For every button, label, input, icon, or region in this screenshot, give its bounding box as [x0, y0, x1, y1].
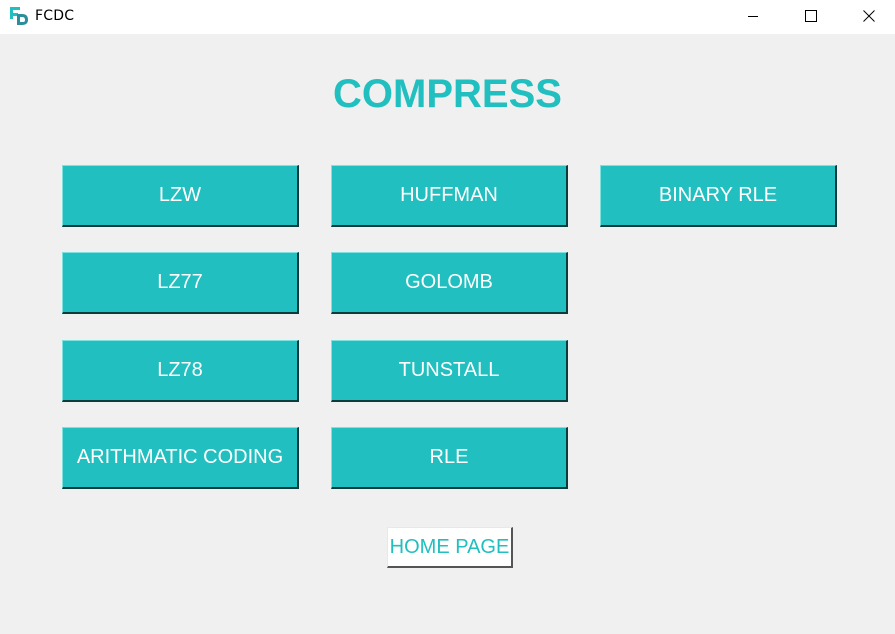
- minimize-button[interactable]: [730, 0, 776, 32]
- maximize-button[interactable]: [788, 0, 834, 32]
- tunstall-button[interactable]: TUNSTALL: [331, 340, 568, 402]
- lzw-button[interactable]: LZW: [62, 165, 299, 227]
- rle-button[interactable]: RLE: [331, 427, 568, 489]
- maximize-icon: [805, 10, 817, 22]
- lz78-button[interactable]: LZ78: [62, 340, 299, 402]
- fd-logo-icon: [9, 6, 29, 26]
- lz77-button[interactable]: LZ77: [62, 252, 299, 314]
- binary-rle-button[interactable]: BINARY RLE: [600, 165, 837, 227]
- arithmatic-coding-button[interactable]: ARITHMATIC CODING: [62, 427, 299, 489]
- title-bar: FCDC: [0, 0, 895, 34]
- close-button[interactable]: [846, 0, 892, 32]
- close-icon: [863, 10, 875, 22]
- window-title: FCDC: [35, 8, 75, 24]
- home-page-button[interactable]: HOME PAGE: [387, 527, 513, 568]
- app-window: FCDC COMPRESS LZW HUFFMAN BINARY RLE LZ7…: [0, 0, 895, 634]
- golomb-button[interactable]: GOLOMB: [331, 252, 568, 314]
- page-title: COMPRESS: [333, 72, 562, 116]
- minimize-icon: [748, 16, 758, 17]
- huffman-button[interactable]: HUFFMAN: [331, 165, 568, 227]
